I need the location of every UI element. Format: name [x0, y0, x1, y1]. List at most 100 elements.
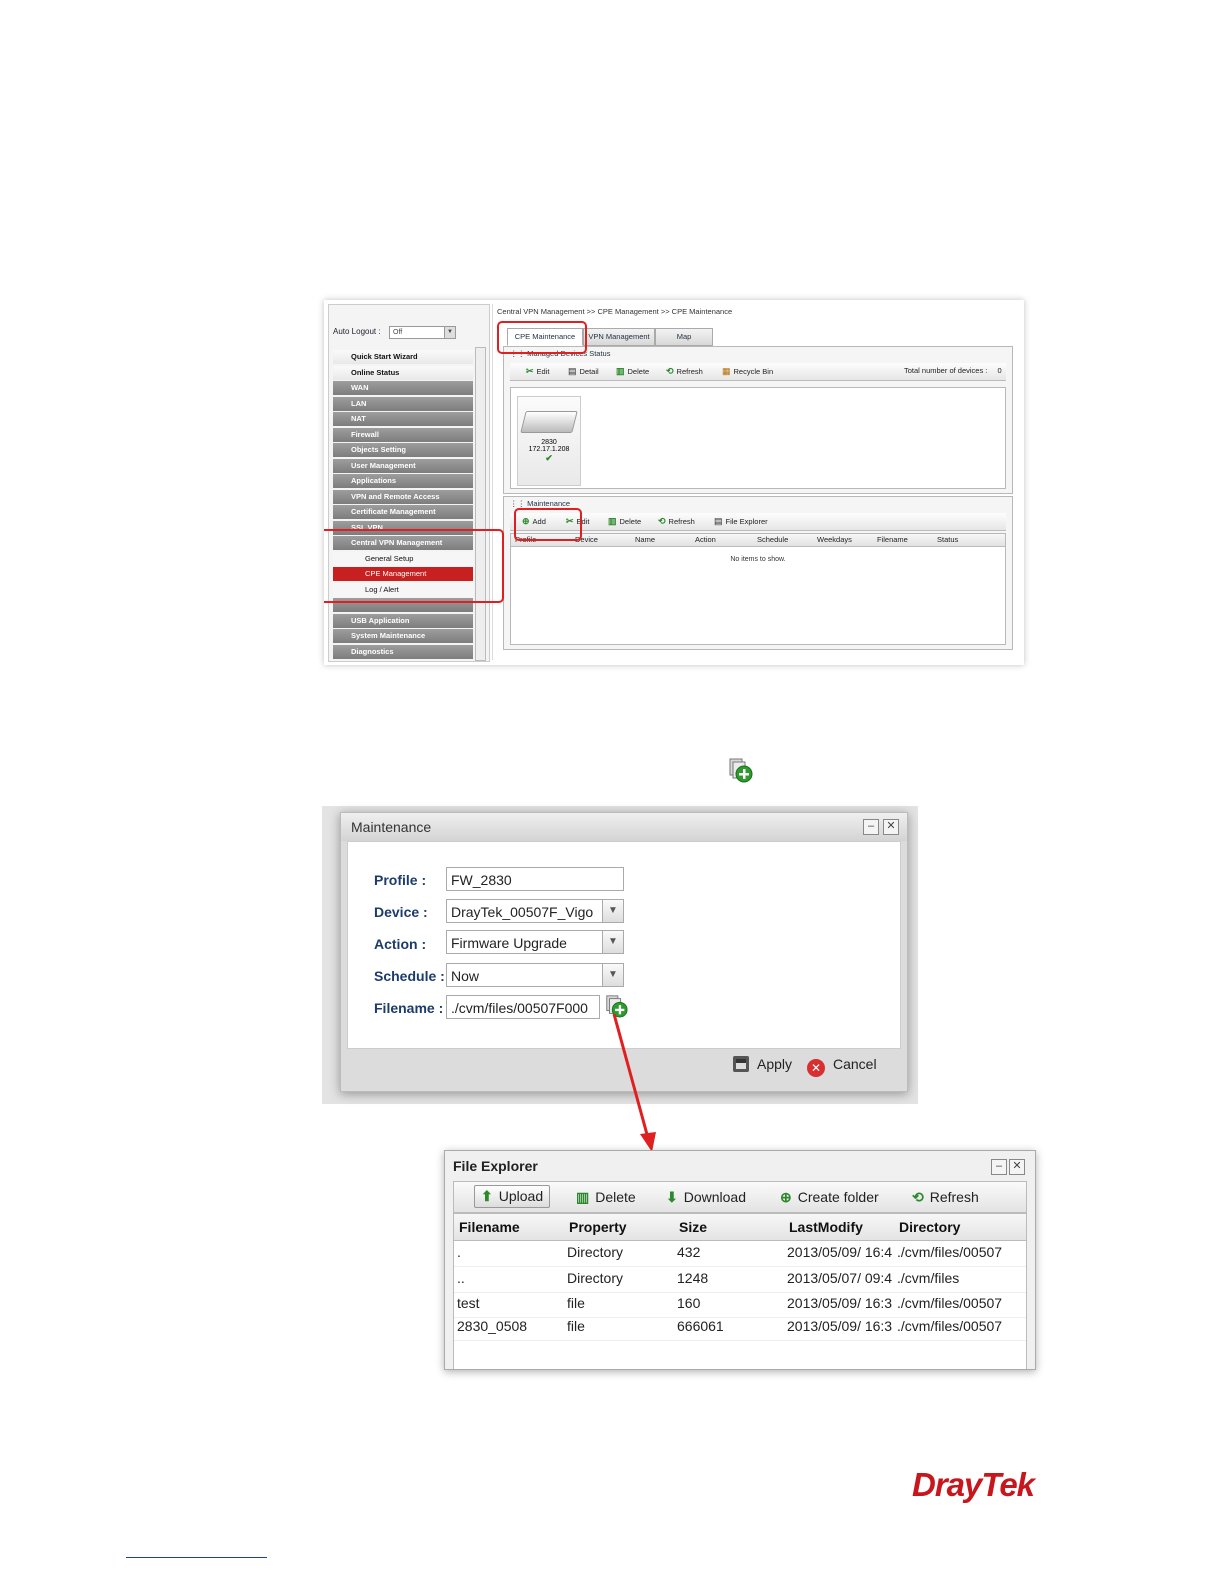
- table-row[interactable]: test file 160 2013/05/09/ 16:3 ./cvm/files/0…: [454, 1293, 1026, 1318]
- table-row[interactable]: . Directory 432 2013/05/09/ 16:4 ./cvm/files…: [454, 1242, 1026, 1267]
- close-icon[interactable]: ✕: [1009, 1159, 1025, 1175]
- download-button[interactable]: ⬇ Download: [666, 1189, 746, 1206]
- devices-delete-label: Delete: [627, 367, 650, 376]
- table-cell: 2013/05/07/ 09:4: [787, 1270, 893, 1286]
- sidebar-item[interactable]: Objects Setting: [333, 443, 473, 457]
- device-tile[interactable]: 2830 172.17.1.208 ✔: [517, 396, 581, 486]
- column-header[interactable]: Property: [569, 1219, 627, 1235]
- filename-input[interactable]: ./cvm/files/00507F000: [446, 995, 600, 1019]
- action-label: Action :: [374, 936, 427, 952]
- apply-button[interactable]: Apply: [733, 1056, 792, 1072]
- auto-logout-label: Auto Logout :: [333, 327, 381, 336]
- column-header[interactable]: Weekdays: [817, 535, 852, 544]
- chevron-down-icon: ▼: [444, 327, 455, 338]
- sidebar-scrollbar[interactable]: [475, 347, 486, 661]
- table-cell: Directory: [567, 1270, 624, 1286]
- devices-edit-button[interactable]: ✂ Edit: [526, 366, 549, 377]
- file-explorer-button[interactable]: ▤ File Explorer: [714, 516, 768, 527]
- maint-refresh-button[interactable]: ⟲ Refresh: [658, 516, 695, 527]
- sidebar-item[interactable]: NAT: [333, 412, 473, 426]
- maintenance-title: ⋮⋮ Maintenance: [510, 499, 570, 508]
- trash-icon: ▥: [616, 366, 625, 376]
- table-cell: 2013/05/09/ 16:4: [787, 1244, 893, 1260]
- recycle-bin-button[interactable]: ▦ Recycle Bin: [722, 366, 773, 377]
- highlight-add-button: [514, 508, 582, 541]
- sidebar-item[interactable]: Firewall: [333, 427, 473, 442]
- refresh-icon: ⟲: [666, 366, 674, 376]
- table-row[interactable]: 2830_0508 file 666061 2013/05/09/ 16:3 ./cvm…: [454, 1316, 1026, 1341]
- sidebar-item[interactable]: Quick Start Wizard: [333, 350, 473, 364]
- upload-button[interactable]: ⬆ Upload: [474, 1185, 551, 1208]
- sidebar-item[interactable]: Diagnostics: [333, 644, 473, 659]
- cancel-icon: ✕: [807, 1059, 825, 1077]
- cancel-button[interactable]: ✕ Cancel: [807, 1056, 877, 1077]
- table-cell: ./cvm/files: [897, 1270, 960, 1286]
- sidebar-item[interactable]: Certificate Management: [333, 505, 473, 519]
- sidebar-item[interactable]: System Maintenance: [333, 629, 473, 643]
- sidebar-item[interactable]: USB Application: [333, 613, 473, 628]
- trash-icon: ▥: [576, 1189, 590, 1205]
- devices-detail-label: Detail: [579, 367, 599, 376]
- schedule-select[interactable]: Now ▼: [446, 963, 624, 987]
- maintenance-grid: Profile Device Name Action Schedule Weekdays F…: [510, 533, 1006, 645]
- sidebar-item[interactable]: VPN and Remote Access: [333, 489, 473, 504]
- file-explorer-icon: ▤: [714, 516, 723, 526]
- maint-delete-button[interactable]: ▥ Delete: [608, 516, 641, 527]
- refresh-icon: ⟲: [658, 516, 666, 526]
- table-cell: 432: [677, 1244, 701, 1260]
- auto-logout-select[interactable]: Off ▼: [389, 326, 456, 339]
- table-cell: test: [457, 1295, 480, 1311]
- tab-map[interactable]: Map: [655, 328, 713, 346]
- column-header[interactable]: Status: [937, 535, 958, 544]
- column-header[interactable]: Name: [635, 535, 655, 544]
- table-cell: file: [567, 1295, 585, 1311]
- table-row[interactable]: .. Directory 1248 2013/05/07/ 09:4 ./cvm/fil…: [454, 1268, 1026, 1293]
- router-icon: [520, 411, 578, 433]
- minimize-icon[interactable]: –: [863, 819, 879, 835]
- table-cell: 1248: [677, 1270, 709, 1286]
- file-list-grid: Filename Property Size LastModify Directory …: [453, 1213, 1027, 1369]
- column-header[interactable]: Size: [679, 1219, 707, 1235]
- minimize-icon[interactable]: –: [991, 1159, 1007, 1175]
- device-value: DrayTek_00507F_Vigo: [451, 904, 594, 920]
- footer-link-underline: [126, 1557, 267, 1558]
- column-header[interactable]: Directory: [899, 1219, 960, 1235]
- table-cell: 160: [677, 1295, 701, 1311]
- dialog-titlebar: Maintenance – ✕: [341, 813, 907, 841]
- maintenance-columns: Profile Device Name Action Schedule Weekdays F…: [511, 534, 1005, 547]
- close-icon[interactable]: ✕: [883, 819, 899, 835]
- devices-detail-button[interactable]: ▤ Detail: [568, 366, 599, 377]
- column-header[interactable]: Action: [695, 535, 716, 544]
- column-header[interactable]: Schedule: [757, 535, 788, 544]
- column-header[interactable]: Filename: [877, 535, 908, 544]
- sidebar-item[interactable]: Applications: [333, 474, 473, 488]
- devices-refresh-button[interactable]: ⟲ Refresh: [666, 366, 703, 377]
- table-cell: .: [457, 1244, 461, 1260]
- profile-input[interactable]: FW_2830: [446, 867, 624, 891]
- devices-delete-button[interactable]: ▥ Delete: [616, 366, 649, 377]
- sidebar-item[interactable]: LAN: [333, 396, 473, 411]
- device-select[interactable]: DrayTek_00507F_Vigo ▼: [446, 899, 624, 923]
- file-explorer-title: File Explorer: [453, 1158, 538, 1174]
- device-label: Device :: [374, 904, 428, 920]
- chevron-down-icon: ▼: [602, 900, 623, 922]
- total-devices-label: Total number of devices :: [904, 366, 988, 375]
- device-ip: 172.17.1.208: [528, 446, 570, 453]
- sidebar-item[interactable]: Online Status: [333, 365, 473, 380]
- column-header[interactable]: Filename: [459, 1219, 520, 1235]
- dialog-title: Maintenance: [351, 819, 432, 835]
- draytek-logo: DrayTek: [912, 1466, 1035, 1503]
- sidebar-item[interactable]: WAN: [333, 381, 473, 395]
- chevron-down-icon: ▼: [602, 964, 623, 986]
- schedule-value: Now: [451, 968, 480, 984]
- column-header[interactable]: LastModify: [789, 1219, 863, 1235]
- create-folder-button[interactable]: ⊕ Create folder: [780, 1189, 879, 1206]
- sidebar-item[interactable]: User Management: [333, 458, 473, 473]
- action-select[interactable]: Firmware Upgrade ▼: [446, 930, 624, 954]
- recycle-bin-label: Recycle Bin: [733, 367, 774, 376]
- fe-refresh-button[interactable]: ⟲ Refresh: [912, 1189, 979, 1206]
- auto-logout-value: Off: [393, 329, 403, 336]
- trash-icon: ▥: [608, 516, 617, 526]
- tab-vpn-management[interactable]: VPN Management: [583, 328, 655, 346]
- fe-delete-button[interactable]: ▥ Delete: [576, 1189, 636, 1206]
